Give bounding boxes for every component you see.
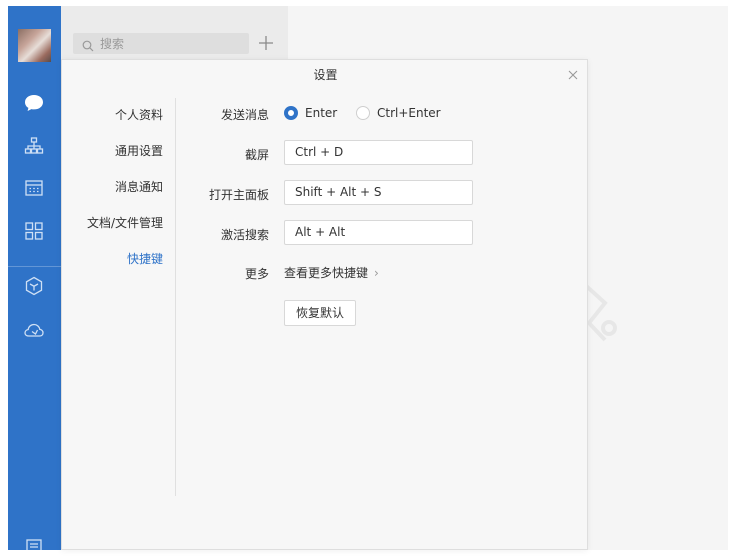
- left-sidebar: [8, 6, 61, 550]
- search-icon: [82, 37, 94, 52]
- dialog-title: 设置: [313, 68, 338, 82]
- search-input[interactable]: [100, 33, 240, 54]
- add-icon[interactable]: [257, 34, 275, 52]
- menu-icon[interactable]: [23, 536, 45, 550]
- calendar-icon[interactable]: [23, 177, 45, 199]
- screenshot-label: 截屏: [244, 148, 269, 162]
- view-more-shortcuts-link[interactable]: 查看更多快捷键 ›: [284, 264, 379, 281]
- view-more-shortcuts-text: 查看更多快捷键: [284, 266, 369, 280]
- search-box[interactable]: [73, 33, 249, 54]
- menu-item-file-management[interactable]: 文档/文件管理: [87, 214, 163, 231]
- radio-ctrl-enter[interactable]: Ctrl+Enter: [356, 105, 441, 121]
- menu-item-profile[interactable]: 个人资料: [115, 106, 163, 123]
- send-message-label: 发送消息: [220, 108, 269, 122]
- menu-divider: [175, 98, 176, 496]
- radio-enter[interactable]: Enter: [284, 105, 337, 121]
- open-main-panel-label: 打开主面板: [208, 188, 269, 202]
- restore-defaults-button[interactable]: 恢复默认: [284, 300, 356, 326]
- close-icon[interactable]: [567, 66, 579, 80]
- radio-ctrl-enter-dot: [356, 106, 370, 120]
- cube-icon[interactable]: [23, 275, 45, 297]
- org-chart-icon[interactable]: [23, 135, 45, 157]
- settings-dialog: 设置 个人资料 通用设置 消息通知 文档/文件管理 快捷键 发送消息 Enter…: [61, 59, 588, 550]
- radio-enter-label: Enter: [305, 106, 338, 120]
- radio-ctrl-enter-label: Ctrl+Enter: [377, 106, 441, 120]
- apps-grid-icon[interactable]: [23, 220, 45, 242]
- chat-icon[interactable]: [23, 92, 45, 114]
- chevron-right-icon: ›: [374, 266, 379, 280]
- avatar[interactable]: [18, 29, 51, 62]
- activate-search-label: 激活搜索: [220, 228, 269, 242]
- menu-item-shortcuts[interactable]: 快捷键: [127, 250, 163, 267]
- screenshot-hotkey-field[interactable]: Ctrl + D: [284, 140, 473, 165]
- radio-enter-dot: [284, 106, 298, 120]
- sidebar-divider: [8, 266, 61, 267]
- menu-item-general[interactable]: 通用设置: [115, 142, 163, 159]
- cloud-icon[interactable]: [23, 319, 45, 341]
- menu-item-notifications[interactable]: 消息通知: [115, 178, 163, 195]
- open-main-panel-hotkey-field[interactable]: Shift + Alt + S: [284, 180, 473, 205]
- more-label: 更多: [244, 267, 269, 281]
- activate-search-hotkey-field[interactable]: Alt + Alt: [284, 220, 473, 245]
